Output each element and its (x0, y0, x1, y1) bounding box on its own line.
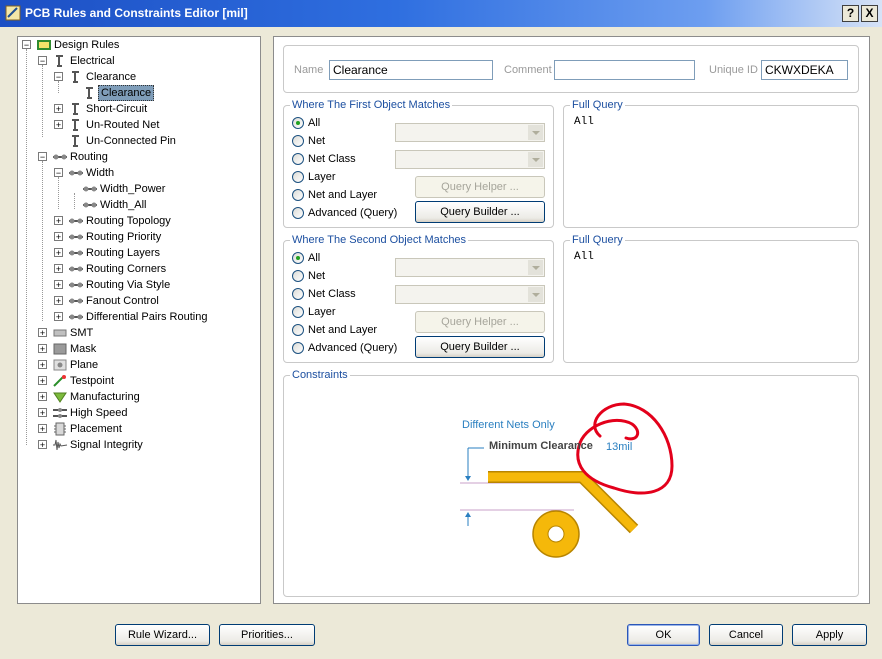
name-field[interactable]: Clearance (329, 60, 493, 80)
cancel-button[interactable]: Cancel (709, 624, 783, 646)
first-full-query-group: Full Query All (563, 98, 859, 228)
smt-icon (53, 329, 67, 337)
constraints-group: Constraints Different Nets Only Minimum … (283, 368, 859, 597)
signal-integrity-icon (53, 439, 68, 451)
unique-id-label: Unique ID (709, 64, 758, 76)
mask-icon (53, 343, 67, 355)
first-full-query-title: Full Query (570, 98, 625, 112)
placement-icon (54, 422, 66, 436)
first-net-combo[interactable] (395, 123, 545, 142)
min-clearance-label: Minimum Clearance (489, 440, 593, 452)
routing-layers-icon (69, 250, 83, 256)
different-nets-label: Different Nets Only (462, 419, 555, 431)
second-full-query-group: Full Query All (563, 233, 859, 363)
rule-identity-group: Name Clearance Comment Unique ID CKWXDEK… (283, 45, 859, 93)
clearance-icon (72, 71, 79, 83)
rule-editor-panel: Name Clearance Comment Unique ID CKWXDEK… (273, 36, 870, 604)
apply-button[interactable]: Apply (792, 624, 867, 646)
electrical-icon (56, 55, 63, 67)
rule-icon (86, 87, 93, 99)
close-button[interactable]: X (861, 5, 878, 22)
clearance-diagram (460, 402, 674, 558)
rules-tree[interactable]: − Design Rules − Electrical − Clearance … (17, 36, 261, 604)
app-icon (5, 5, 21, 21)
high-speed-icon (53, 408, 67, 418)
second-full-query-title: Full Query (570, 233, 625, 247)
second-match-title: Where The Second Object Matches (290, 233, 469, 247)
second-match-group: Where The Second Object Matches All Net … (283, 233, 554, 363)
diff-pairs-icon (69, 314, 83, 320)
first-query-builder-button[interactable]: Query Builder ... (415, 201, 545, 223)
priorities-button[interactable]: Priorities... (219, 624, 315, 646)
routing-via-style-icon (69, 282, 83, 288)
unconnected-pin-icon (72, 135, 79, 147)
width-power-icon (83, 186, 97, 192)
window-title: PCB Rules and Constraints Editor [mil] (25, 6, 248, 20)
plane-icon (53, 359, 67, 371)
first-net-class-combo[interactable] (395, 150, 545, 169)
routing-priority-icon (69, 234, 83, 240)
manufacturing-icon (53, 392, 67, 403)
first-match-title: Where The First Object Matches (290, 98, 453, 112)
help-button[interactable]: ? (842, 5, 859, 22)
short-circuit-icon (72, 103, 79, 115)
rule-wizard-button[interactable]: Rule Wizard... (115, 624, 210, 646)
chevron-down-icon (528, 152, 543, 167)
second-net-class-combo[interactable] (395, 285, 545, 304)
comment-field[interactable] (554, 60, 695, 80)
second-query-builder-button[interactable]: Query Builder ... (415, 336, 545, 358)
dialog-button-bar: Rule Wizard... Priorities... OK Cancel A… (0, 612, 882, 659)
testpoint-icon (53, 375, 66, 387)
second-net-combo[interactable] (395, 258, 545, 277)
chevron-down-icon (528, 125, 543, 140)
second-query-helper-button[interactable]: Query Helper ... (415, 311, 545, 333)
second-full-query-text: All (574, 251, 594, 263)
routing-topology-icon (69, 218, 83, 224)
unrouted-net-icon (72, 119, 79, 131)
first-query-helper-button[interactable]: Query Helper ... (415, 176, 545, 198)
routing-icon (53, 154, 67, 160)
min-clearance-value[interactable]: 13mil (606, 441, 632, 453)
fanout-control-icon (69, 298, 83, 304)
width-icon (69, 170, 83, 176)
title-bar: PCB Rules and Constraints Editor [mil] ?… (0, 0, 882, 27)
routing-corners-icon (69, 266, 83, 272)
width-all-icon (83, 202, 97, 208)
first-match-group: Where The First Object Matches All Net N… (283, 98, 554, 228)
design-rules-icon (37, 40, 51, 50)
unique-id-field[interactable]: CKWXDEKA (761, 60, 848, 80)
chevron-down-icon (528, 287, 543, 302)
comment-label: Comment (504, 64, 552, 76)
first-full-query-text: All (574, 116, 594, 128)
name-label: Name (294, 64, 324, 76)
ok-button[interactable]: OK (627, 624, 700, 646)
chevron-down-icon (528, 260, 543, 275)
